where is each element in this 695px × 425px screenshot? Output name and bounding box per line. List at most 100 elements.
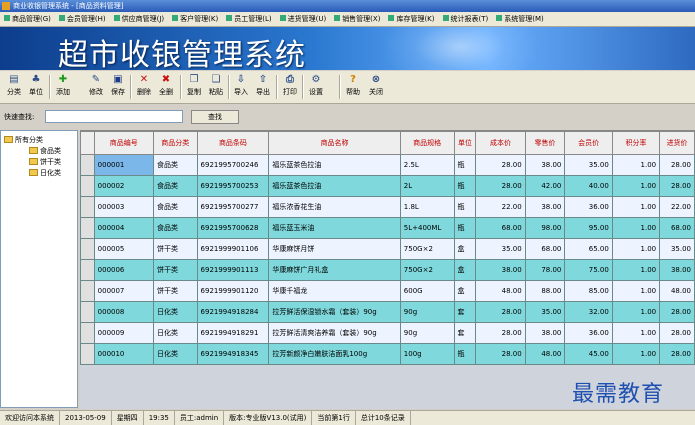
row-selector[interactable] [80, 280, 95, 302]
tree-item[interactable]: 日化类 [29, 168, 61, 178]
table-cell[interactable]: 48.00 [524, 343, 566, 365]
table-cell[interactable]: 000002 [93, 175, 154, 197]
toolbar-button-save[interactable]: ▣ 保存 [108, 73, 128, 101]
table-cell[interactable]: 盒 [453, 259, 477, 281]
menu-item[interactable]: 会员管理(H) [55, 12, 110, 26]
table-cell[interactable]: 食品类 [152, 217, 198, 239]
tree-root[interactable]: 所有分类 [4, 135, 43, 145]
table-row[interactable]: 000004 食品类 6921995700628 福乐蓝玉米油 5L+400ML 瓶 68.… [80, 217, 695, 239]
table-row[interactable]: 000005 饼干类 6921999901106 华康麻饼月饼 750G×2 盒 35.00… [80, 238, 695, 260]
table-cell[interactable]: 饼干类 [152, 238, 198, 260]
table-cell[interactable]: 38.00 [659, 259, 695, 281]
table-cell[interactable]: 食品类 [152, 196, 198, 218]
row-selector[interactable] [80, 238, 95, 260]
column-header[interactable]: 商品分类 [152, 131, 198, 155]
row-selector[interactable] [80, 154, 95, 176]
table-cell[interactable]: 6921995700253 [196, 175, 270, 197]
table-cell[interactable]: 食品类 [152, 175, 198, 197]
table-cell[interactable]: 65.00 [564, 238, 613, 260]
tree-item[interactable]: 食品类 [29, 146, 61, 156]
table-cell[interactable]: 88.00 [524, 280, 566, 302]
menu-item[interactable]: 统计报表(T) [439, 12, 493, 26]
table-row[interactable]: 000003 食品类 6921995700277 福乐浓香花生油 1.8L 瓶 22.00 3… [80, 196, 695, 218]
table-cell[interactable]: 5L+400ML [399, 217, 455, 239]
table-cell[interactable]: 68.00 [524, 238, 566, 260]
toolbar-button-add[interactable]: ✚ 添加 [53, 73, 73, 101]
table-cell[interactable]: 瓶 [453, 196, 477, 218]
toolbar-button-import[interactable]: ⇩ 导入 [231, 73, 251, 101]
table-cell[interactable]: 100g [399, 343, 455, 365]
table-cell[interactable]: 28.00 [659, 301, 695, 323]
table-cell[interactable]: 22.00 [659, 196, 695, 218]
table-cell[interactable]: 28.00 [475, 343, 526, 365]
table-cell[interactable]: 90g [399, 322, 455, 344]
tree-item[interactable]: 饼干类 [29, 157, 61, 167]
table-row[interactable]: 000010 日化类 6921994918345 拉芳新颜净白嫩肤洁面乳100g 100… [80, 343, 695, 365]
toolbar-button-help[interactable]: ? 帮助 [343, 73, 363, 101]
table-cell[interactable]: 78.00 [524, 259, 566, 281]
menu-item[interactable]: 进货管理(U) [276, 12, 331, 26]
table-cell[interactable]: 6921999901113 [196, 259, 270, 281]
table-cell[interactable]: 拉芳鲜活保湿锁水霜（套装）90g [268, 301, 401, 323]
menu-item[interactable]: 供应商管理(J) [110, 12, 169, 26]
toolbar-button-export[interactable]: ⇧ 导出 [253, 73, 273, 101]
table-cell[interactable]: 6921995700246 [196, 154, 270, 176]
toolbar-button-close[interactable]: ⊗ 关闭 [366, 73, 386, 101]
table-cell[interactable]: 6921994918345 [196, 343, 270, 365]
table-cell[interactable]: 华康麻饼广月礼盒 [268, 259, 401, 281]
menu-item[interactable]: 客户管理(K) [168, 12, 222, 26]
table-cell[interactable]: 1.00 [611, 217, 661, 239]
table-cell[interactable]: 000003 [93, 196, 154, 218]
table-row[interactable]: 000009 日化类 6921994918291 拉芳鲜活清爽洁养霜（套装）90g 90… [80, 322, 695, 344]
table-cell[interactable]: 盒 [453, 238, 477, 260]
table-cell[interactable]: 1.8L [399, 196, 455, 218]
table-row[interactable]: 000007 饼干类 6921999901120 华康千福龙 600G 盒 48.00 88.… [80, 280, 695, 302]
table-cell[interactable]: 000004 [93, 217, 154, 239]
table-cell[interactable]: 28.00 [659, 154, 695, 176]
table-cell[interactable]: 36.00 [564, 196, 613, 218]
table-cell[interactable]: 1.00 [611, 154, 661, 176]
table-cell[interactable]: 日化类 [152, 301, 198, 323]
table-cell[interactable]: 1.00 [611, 196, 661, 218]
table-cell[interactable]: 68.00 [659, 217, 695, 239]
table-cell[interactable]: 85.00 [564, 280, 613, 302]
menu-item[interactable]: 员工管理(L) [222, 12, 275, 26]
table-cell[interactable]: 28.00 [659, 322, 695, 344]
toolbar-button-unit[interactable]: ♣ 单位 [26, 73, 46, 101]
table-cell[interactable]: 1.00 [611, 259, 661, 281]
table-cell[interactable]: 6921999901120 [196, 280, 270, 302]
column-header[interactable]: 商品条码 [196, 131, 270, 155]
column-header[interactable]: 积分率 [611, 131, 661, 155]
table-cell[interactable]: 22.00 [475, 196, 526, 218]
table-cell[interactable]: 饼干类 [152, 259, 198, 281]
table-cell[interactable]: 食品类 [152, 154, 198, 176]
column-header[interactable]: 零售价 [524, 131, 566, 155]
table-cell[interactable]: 福乐蓝茶色拉油 [268, 175, 401, 197]
table-cell[interactable]: 000008 [93, 301, 154, 323]
row-selector[interactable] [80, 322, 95, 344]
table-cell[interactable]: 拉芳新颜净白嫩肤洁面乳100g [268, 343, 401, 365]
table-cell[interactable]: 2.5L [399, 154, 455, 176]
row-selector[interactable] [80, 301, 95, 323]
table-cell[interactable]: 28.00 [475, 301, 526, 323]
table-cell[interactable]: 35.00 [524, 301, 566, 323]
table-cell[interactable]: 68.00 [475, 217, 526, 239]
toolbar-button-delete[interactable]: ✕ 删除 [134, 73, 154, 101]
table-cell[interactable]: 95.00 [564, 217, 613, 239]
row-selector[interactable] [80, 196, 95, 218]
column-header[interactable]: 会员价 [564, 131, 613, 155]
table-cell[interactable]: 拉芳鲜活清爽洁养霜（套装）90g [268, 322, 401, 344]
table-cell[interactable]: 6921995700628 [196, 217, 270, 239]
table-cell[interactable]: 750G×2 [399, 259, 455, 281]
table-cell[interactable]: 38.00 [524, 154, 566, 176]
table-cell[interactable]: 饼干类 [152, 280, 198, 302]
table-cell[interactable]: 42.00 [524, 175, 566, 197]
table-cell[interactable]: 1.00 [611, 238, 661, 260]
column-header[interactable]: 商品规格 [399, 131, 455, 155]
table-cell[interactable]: 28.00 [475, 175, 526, 197]
menu-item[interactable]: 库存管理(K) [384, 12, 438, 26]
table-cell[interactable]: 1.00 [611, 301, 661, 323]
table-cell[interactable]: 1.00 [611, 175, 661, 197]
table-cell[interactable]: 2L [399, 175, 455, 197]
table-cell[interactable]: 28.00 [659, 343, 695, 365]
